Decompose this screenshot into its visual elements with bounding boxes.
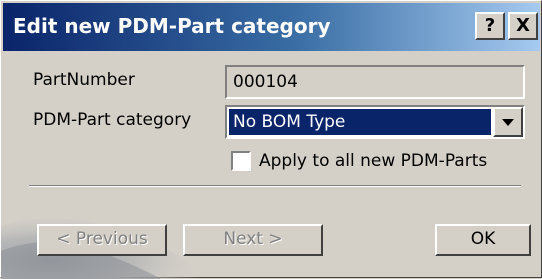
apply-all-label[interactable]: Apply to all new PDM-Parts [259,150,487,172]
partnumber-label: PartNumber [33,70,135,90]
previous-button[interactable]: < Previous [37,224,167,256]
help-button[interactable]: ? [475,12,505,40]
category-dropdown-button[interactable] [493,107,523,137]
category-value: No BOM Type [233,112,346,132]
partnumber-field: 000104 [225,65,525,99]
chevron-down-icon [502,119,514,126]
separator [29,185,521,187]
dialog-window: Edit new PDM-Part category ? X PartNumbe… [0,0,542,279]
category-selected-option[interactable]: No BOM Type [229,109,491,135]
ok-button[interactable]: OK [435,224,531,256]
close-button[interactable]: X [508,12,538,40]
partnumber-value: 000104 [233,72,298,92]
category-select[interactable]: No BOM Type [225,105,525,139]
dialog-title: Edit new PDM-Part category [13,14,331,38]
next-button[interactable]: Next > [183,224,323,256]
title-bar[interactable]: Edit new PDM-Part category ? X [3,3,540,51]
apply-all-checkbox[interactable] [231,151,251,171]
category-label: PDM-Part category [33,110,192,130]
